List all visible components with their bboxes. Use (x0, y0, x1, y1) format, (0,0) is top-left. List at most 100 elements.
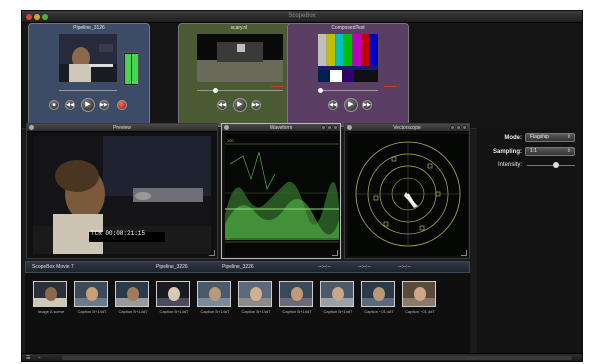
clip-item[interactable]: Caption B+14dT (156, 281, 192, 319)
clip-thumbnail[interactable] (156, 281, 190, 307)
scale-label-bottom: 0 (227, 236, 230, 241)
clip-thumbnail[interactable] (279, 281, 313, 307)
preview-video[interactable]: TCR 00:08:21:15 (33, 136, 211, 254)
clip-thumbnail[interactable] (402, 281, 436, 307)
clip-item[interactable]: Caption B+14dT (74, 281, 110, 319)
fast-forward-button[interactable]: ▶▶ (251, 100, 261, 110)
clip-item[interactable]: Caption B+14dT (238, 281, 274, 319)
source-monitor-3[interactable]: ComposedTest ◀◀ ▶ ▶▶ (287, 23, 409, 127)
intensity-label: Intensity: (497, 162, 522, 168)
vectorscope-graticule (355, 141, 461, 247)
panel-header: Waveform (222, 124, 340, 132)
source-title: scary.nl (230, 25, 248, 31)
sampling-select[interactable]: 1:1 ⇕ (525, 147, 575, 156)
panel-option-button[interactable] (462, 125, 467, 130)
clip-item[interactable]: Caption ~01.4dT (402, 281, 438, 319)
record-button[interactable] (117, 100, 127, 110)
clip-thumbnail[interactable] (197, 281, 231, 307)
preview-panel[interactable]: Preview TCR 00:08:21:15 (26, 123, 218, 259)
panel-option-button[interactable] (333, 125, 338, 130)
clip-thumbnail-image (362, 282, 394, 306)
inspector-panel: Mode: Flagship ⇕ Sampling: 1:1 ⇕ Intensi… (477, 127, 582, 353)
source-monitor-2[interactable]: scary.nl ◀◀ ▶ ▶▶ (178, 23, 300, 127)
clip-thumbnail[interactable] (33, 281, 67, 307)
source-thumbnail[interactable] (318, 34, 378, 82)
panel-option-button[interactable] (327, 125, 332, 130)
horizontal-scrollbar[interactable] (62, 356, 572, 360)
waveform-panel[interactable]: Waveform 100 0 (221, 123, 341, 259)
intensity-slider[interactable] (527, 165, 575, 166)
rewind-button[interactable]: ◀◀ (65, 100, 75, 110)
clip-item[interactable]: Caption B+14dT (279, 281, 315, 319)
clip-bin: Image A scene Caption B+14dT Caption B+14d… (25, 273, 470, 353)
panel-resize-handle[interactable] (332, 250, 338, 256)
rewind-button[interactable]: ◀◀ (328, 100, 338, 110)
scrub-bar[interactable] (59, 90, 117, 91)
scrub-bar[interactable] (197, 90, 283, 91)
panel-option-button[interactable] (456, 125, 461, 130)
clip-thumbnail[interactable] (361, 281, 395, 307)
mode-label: Mode: (504, 135, 522, 141)
scrub-playhead[interactable] (213, 88, 218, 93)
vectorscope-panel[interactable]: Vectorscope (344, 123, 470, 259)
sampling-value: 1:1 (530, 148, 537, 154)
rewind-icon: ◀◀ (218, 102, 226, 108)
clip-thumbnail[interactable] (320, 281, 354, 307)
scrub-bar[interactable] (318, 90, 378, 91)
play-button[interactable]: ▶ (344, 98, 358, 112)
source-thumbnail-image (197, 34, 283, 82)
mode-select[interactable]: Flagship ⇕ (525, 133, 575, 142)
audio-meter-right (132, 54, 138, 84)
rewind-icon: ◀◀ (329, 102, 337, 108)
fast-forward-button[interactable]: ▶▶ (99, 100, 109, 110)
source-title: Pipeline_3126 (73, 25, 105, 31)
panel-resize-handle[interactable] (461, 250, 467, 256)
clip-thumbnail[interactable] (238, 281, 272, 307)
source-thumbnail-image (59, 34, 117, 82)
clip-thumbnail-image (34, 282, 66, 306)
source-thumbnail[interactable] (197, 34, 283, 82)
rewind-button[interactable]: ◀◀ (217, 100, 227, 110)
panel-option-button[interactable] (450, 125, 455, 130)
sampling-label: Sampling: (492, 149, 522, 155)
clip-thumbnail-image (116, 282, 148, 306)
minus-icon[interactable]: − (38, 355, 41, 361)
bin-column-timecode-2: --:--:-- (358, 264, 371, 270)
stop-button[interactable]: ■ (49, 100, 59, 110)
panel-title: Preview (113, 125, 131, 131)
clip-item[interactable]: Caption B+14dT (197, 281, 233, 319)
scale-label-top: 100 (227, 138, 234, 143)
list-icon[interactable]: ☰ (26, 355, 30, 361)
clip-thumbnail-image (403, 282, 435, 306)
fast-forward-icon: ▶▶ (363, 102, 371, 108)
clip-item[interactable]: Caption B+14dT (115, 281, 151, 319)
play-button[interactable]: ▶ (233, 98, 247, 112)
source-thumbnail[interactable] (59, 34, 117, 82)
bin-name[interactable]: ScopeBox Movie 7 (32, 264, 74, 270)
scrub-playhead[interactable] (318, 88, 323, 93)
clip-thumbnail[interactable] (115, 281, 149, 307)
clip-label: Caption B+14dT (77, 309, 107, 314)
clip-item[interactable]: Image A scene (33, 281, 69, 319)
clip-label: Caption ~01.4dT (364, 309, 394, 314)
clip-thumbnail-image (280, 282, 312, 306)
clip-label: Caption B+14dT (118, 309, 148, 314)
out-point-marker (271, 86, 283, 87)
panel-resize-handle[interactable] (209, 250, 215, 256)
stop-icon: ■ (52, 102, 56, 108)
clip-item[interactable]: Caption ~01.4dT (361, 281, 397, 319)
title-bar: ScopeBox (22, 11, 582, 23)
color-bars-image (318, 34, 378, 82)
intensity-slider-knob[interactable] (552, 162, 559, 168)
play-button[interactable]: ▶ (81, 98, 95, 112)
bin-column-pipeline[interactable]: Pipeline_3226 (222, 264, 254, 270)
bin-column-source[interactable]: Pipeline_3226 (156, 264, 188, 270)
panel-header: Preview (27, 124, 217, 132)
clip-thumbnail[interactable] (74, 281, 108, 307)
source-monitor-1[interactable]: Pipeline_3126 ■ ◀◀ ▶ ▶▶ (28, 23, 150, 127)
panel-option-button[interactable] (321, 125, 326, 130)
mode-row: Mode: Flagship ⇕ (477, 133, 582, 143)
clip-item[interactable]: Caption B+14dT (320, 281, 356, 319)
waveform-trace (225, 143, 339, 243)
fast-forward-button[interactable]: ▶▶ (362, 100, 372, 110)
